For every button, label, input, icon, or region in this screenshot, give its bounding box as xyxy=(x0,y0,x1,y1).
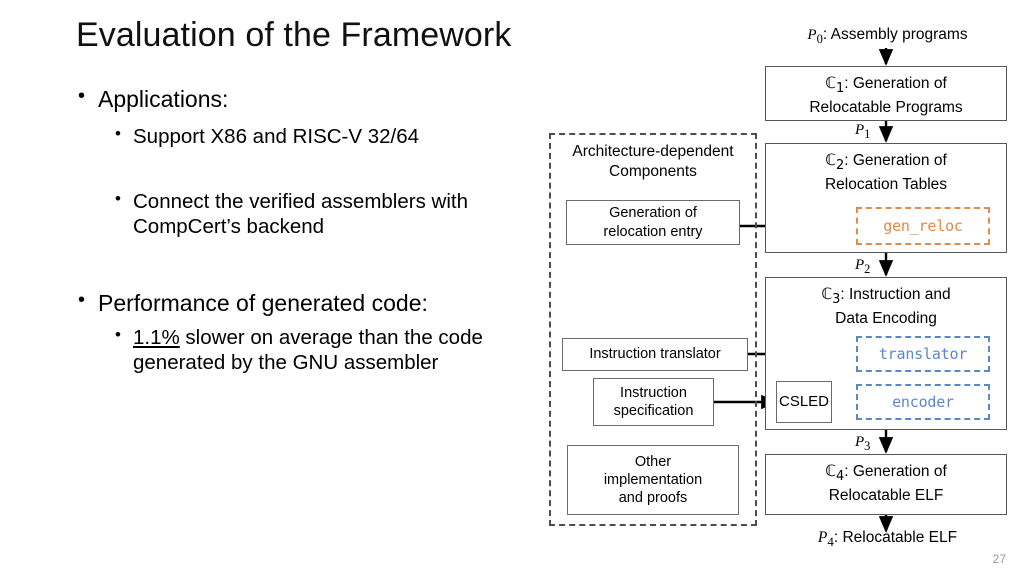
edge-label-p2: P2 xyxy=(855,256,870,277)
arch-box-line2: specification xyxy=(613,403,694,419)
p2-symbol: P2 xyxy=(855,257,871,276)
csled-label: CSLED xyxy=(778,392,830,410)
encoder-label: encoder xyxy=(892,393,954,411)
c3-symbol: ℂ3 xyxy=(821,285,841,308)
c4-symbol: ℂ4 xyxy=(825,462,845,485)
arch-panel-title-line2: Components xyxy=(609,162,697,180)
stage-c4-line1: ℂ4: Generation of xyxy=(766,462,1006,486)
arch-box-line3: and proofs xyxy=(618,490,688,507)
stage-box-c4[interactable]: ℂ4: Generation of Relocatable ELF xyxy=(765,454,1007,515)
arch-box-line1: Generation of xyxy=(609,205,697,222)
stage-c3-line2: Data Encoding xyxy=(835,309,937,327)
p3-subscript: 3 xyxy=(864,439,871,453)
p0-symbol: P0 xyxy=(807,27,823,46)
edge-label-p1: P1 xyxy=(855,121,870,142)
p1-symbol: P1 xyxy=(855,122,871,141)
p2-subscript: 2 xyxy=(864,262,871,276)
p4-symbol: P4 xyxy=(817,529,834,550)
code-node-gen-reloc[interactable]: gen_reloc xyxy=(856,207,990,245)
output-caption-text: : Relocatable ELF xyxy=(833,529,958,546)
code-node-translator[interactable]: translator xyxy=(856,336,990,372)
c4-line1-text: : Generation of xyxy=(844,463,947,480)
c2-symbol: ℂ2 xyxy=(825,151,845,174)
c3-line1-text: : Instruction and xyxy=(840,286,951,303)
arch-panel-title: Architecture-dependent Components xyxy=(551,142,755,182)
gen-reloc-label: gen_reloc xyxy=(883,217,963,235)
edge-label-p3: P3 xyxy=(855,433,870,454)
arch-box-line1: Instruction translator xyxy=(589,346,721,363)
output-caption-label: Relocatable ELF xyxy=(842,529,958,546)
c2-line1-text: : Generation of xyxy=(844,152,947,169)
output-caption: P4: Relocatable ELF xyxy=(790,529,985,550)
stage-c3-line1: ℂ3: Instruction and xyxy=(766,285,1006,309)
arch-box-other-implementation-and-proofs[interactable]: Other implementation and proofs xyxy=(567,445,739,515)
arch-box-instruction-translator[interactable]: Instruction translator xyxy=(562,338,748,371)
stage-c1-line1: ℂ1: Generation of xyxy=(766,74,1006,98)
input-caption-var: P0 xyxy=(807,26,823,46)
p3-symbol: P3 xyxy=(855,434,871,453)
input-caption-label: Assembly programs xyxy=(830,26,968,43)
arch-box-generation-of-relocation-entry[interactable]: Generation of relocation entry xyxy=(566,200,740,245)
stage-c1-line2: Relocatable Programs xyxy=(809,98,963,116)
csled-box[interactable]: CSLED xyxy=(776,381,832,423)
arch-box-instruction-specification[interactable]: Instruction specification xyxy=(593,378,714,426)
p1-subscript: 1 xyxy=(864,127,871,141)
page-number: 27 xyxy=(992,552,1006,566)
arch-box-line1: Other xyxy=(634,453,672,470)
arch-box-line2: implementation xyxy=(603,471,703,488)
arch-box-line2: relocation entry xyxy=(603,223,703,240)
arch-box-line1: Instruction xyxy=(620,384,687,401)
arch-panel-title-line1: Architecture-dependent xyxy=(572,143,734,160)
c1-symbol: ℂ1 xyxy=(825,74,845,97)
stage-c2-line2: Relocation Tables xyxy=(824,175,948,193)
framework-pipeline-diagram: P0: Assembly programs ℂ1: Generation of … xyxy=(0,0,1024,576)
input-caption-text: : Assembly programs xyxy=(822,26,968,43)
c1-line1-text: : Generation of xyxy=(844,75,947,92)
code-node-encoder[interactable]: encoder xyxy=(856,384,990,420)
stage-box-c1[interactable]: ℂ1: Generation of Relocatable Programs xyxy=(765,66,1007,121)
stage-c4-line2: Relocatable ELF xyxy=(828,486,944,504)
input-caption: P0: Assembly programs xyxy=(790,26,985,47)
stage-c2-line1: ℂ2: Generation of xyxy=(766,151,1006,175)
translator-label: translator xyxy=(878,345,968,363)
